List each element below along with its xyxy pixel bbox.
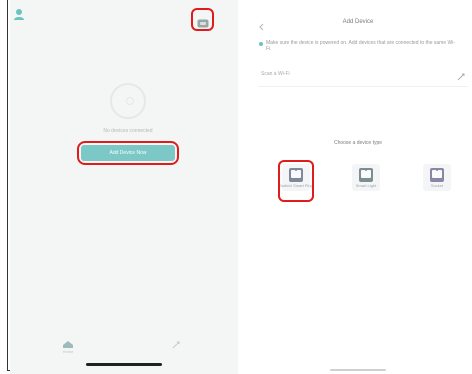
socket-icon bbox=[430, 168, 444, 182]
empty-state-message: No devices connected bbox=[103, 128, 153, 134]
section-title: Choose a device type bbox=[333, 140, 383, 146]
page-title: Add Device bbox=[342, 19, 374, 25]
empty-state-icon bbox=[110, 83, 146, 119]
device-card-highlight bbox=[278, 160, 314, 202]
home-indicator bbox=[330, 369, 386, 371]
home-screen: No devices connected Add Device Now Home bbox=[10, 0, 238, 374]
info-icon bbox=[259, 42, 263, 46]
profile-icon[interactable] bbox=[13, 7, 25, 20]
device-card-light[interactable]: Smart Light bbox=[352, 164, 380, 191]
device-label: Smart Light bbox=[355, 183, 377, 188]
add-device-button-highlight bbox=[77, 141, 179, 165]
notice-text: Make sure the device is powered on. Add … bbox=[266, 40, 455, 52]
empty-state-dot bbox=[126, 97, 134, 105]
back-icon[interactable] bbox=[258, 18, 266, 31]
wifi-row[interactable]: Scan a Wi-Fi bbox=[258, 64, 468, 87]
add-device-icon[interactable] bbox=[197, 15, 209, 28]
left-divider bbox=[7, 0, 8, 371]
add-device-screen: Add Device Make sure the device is power… bbox=[244, 0, 472, 374]
device-card-socket[interactable]: Socket bbox=[423, 164, 451, 191]
tab-home-label: Home bbox=[62, 349, 74, 354]
tab-share[interactable] bbox=[166, 340, 186, 358]
home-indicator bbox=[86, 363, 162, 366]
wifi-label: Scan a Wi-Fi bbox=[261, 71, 290, 77]
device-label: Socket bbox=[430, 183, 444, 188]
tab-home[interactable]: Home bbox=[58, 340, 78, 358]
scan-icon[interactable] bbox=[456, 69, 466, 81]
light-icon bbox=[359, 168, 373, 182]
